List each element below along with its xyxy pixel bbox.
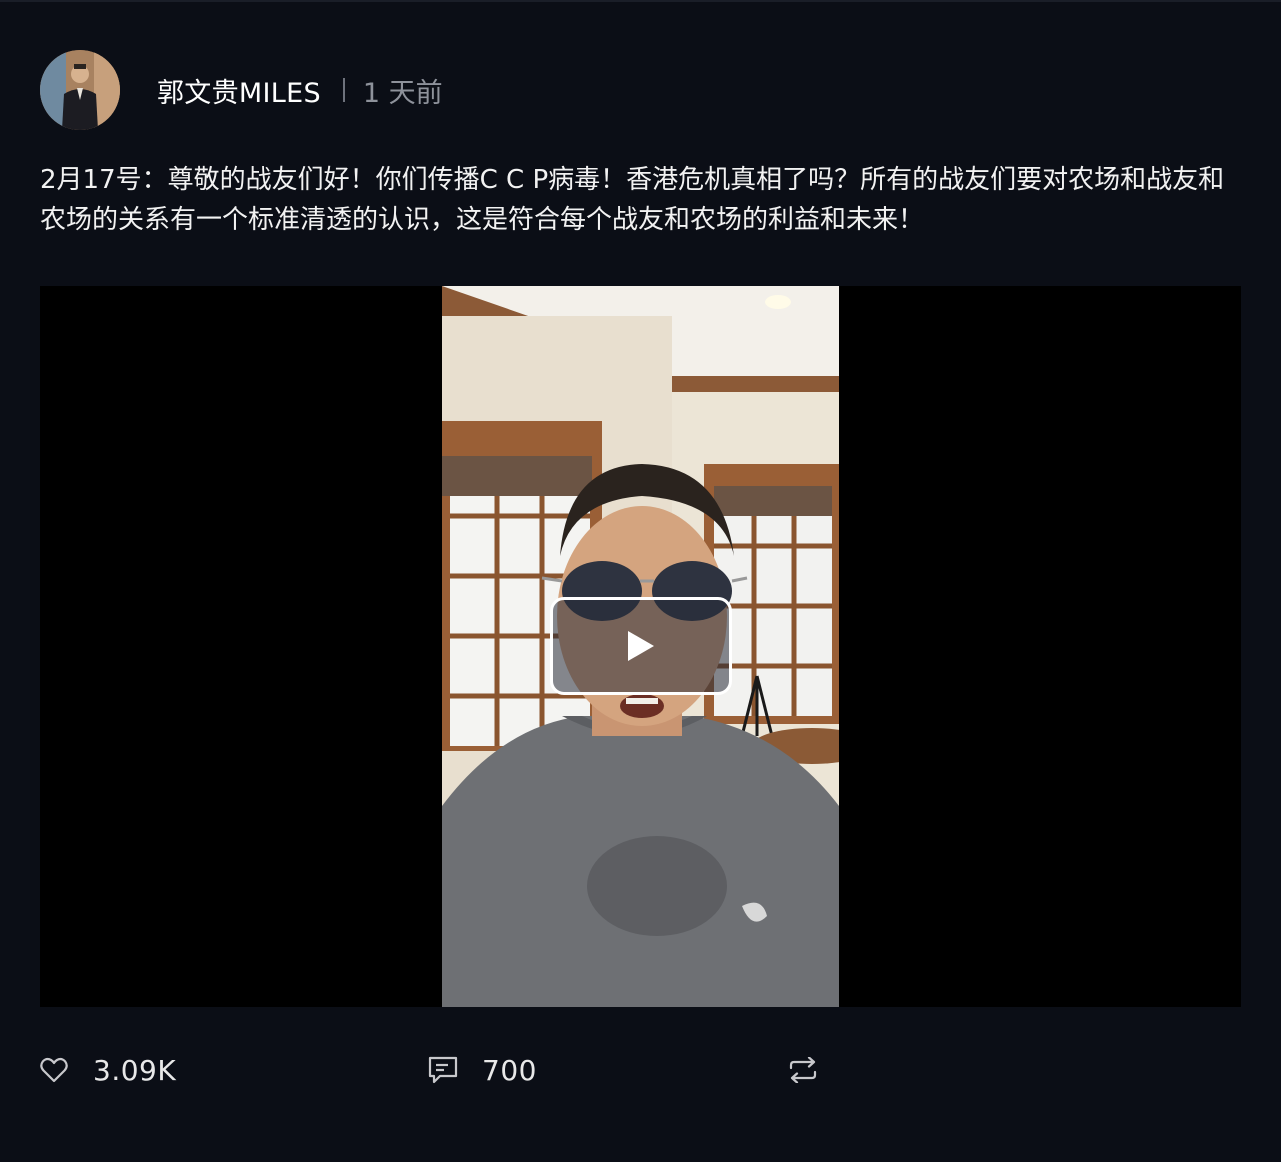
author-name[interactable]: 郭文贵MILES	[157, 71, 321, 110]
play-icon	[628, 631, 654, 661]
action-bar: 3.09K 700	[40, 1045, 840, 1095]
post-time: 1 天前	[362, 77, 443, 109]
repost-icon	[789, 1057, 817, 1083]
heart-icon	[40, 1057, 68, 1083]
like-count: 3.09K	[93, 1053, 177, 1087]
avatar[interactable]	[40, 50, 120, 130]
header-separator	[342, 78, 345, 102]
comment-icon	[428, 1056, 458, 1084]
like-button[interactable]: 3.09K	[40, 1045, 176, 1095]
avatar-image	[40, 50, 120, 130]
post-header: 郭文贵MILES 1 天前	[40, 50, 443, 130]
comment-button[interactable]: 700	[428, 1045, 537, 1095]
video-player[interactable]	[40, 286, 1241, 1007]
post-text: 2月17号：尊敬的战友们好！你们传播C C P病毒！香港危机真相了吗？所有的战友…	[40, 165, 1225, 235]
comment-count: 700	[482, 1053, 537, 1087]
play-button[interactable]	[550, 597, 732, 695]
post-card: 郭文贵MILES 1 天前 2月17号：尊敬的战友们好！你们传播C C P病毒！…	[0, 0, 1281, 1162]
repost-button[interactable]	[788, 1045, 818, 1095]
